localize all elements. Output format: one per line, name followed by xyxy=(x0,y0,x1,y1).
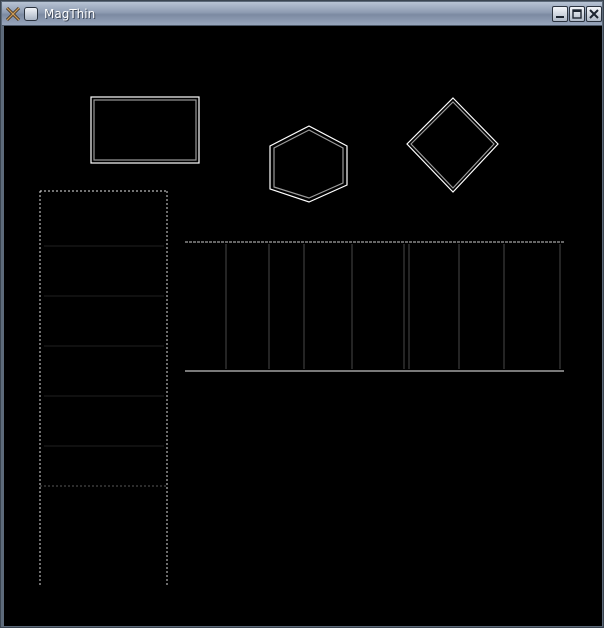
diamond-edge xyxy=(406,97,499,193)
rectangle-edge xyxy=(90,96,200,164)
gradient-band-vertical-lines xyxy=(225,244,561,369)
minimize-button[interactable] xyxy=(552,6,568,22)
minimize-icon xyxy=(556,16,564,18)
app-window: MagThin xyxy=(0,0,604,628)
maximize-icon xyxy=(572,9,582,19)
edge-image xyxy=(39,96,564,586)
image-canvas-area[interactable] xyxy=(4,26,602,626)
window-title: MagThin xyxy=(44,7,96,21)
hexagon-edge xyxy=(269,125,348,203)
tall-rectangle-edge xyxy=(39,190,168,586)
close-button[interactable] xyxy=(586,6,602,22)
close-icon xyxy=(589,9,599,19)
mag-app-icon[interactable] xyxy=(5,6,21,22)
gradient-band-edge xyxy=(185,241,564,372)
titlebar[interactable]: MagThin xyxy=(2,2,602,26)
maximize-button[interactable] xyxy=(569,6,585,22)
tall-rectangle-faint-lines xyxy=(44,245,164,447)
sticky-icon[interactable] xyxy=(24,7,38,21)
